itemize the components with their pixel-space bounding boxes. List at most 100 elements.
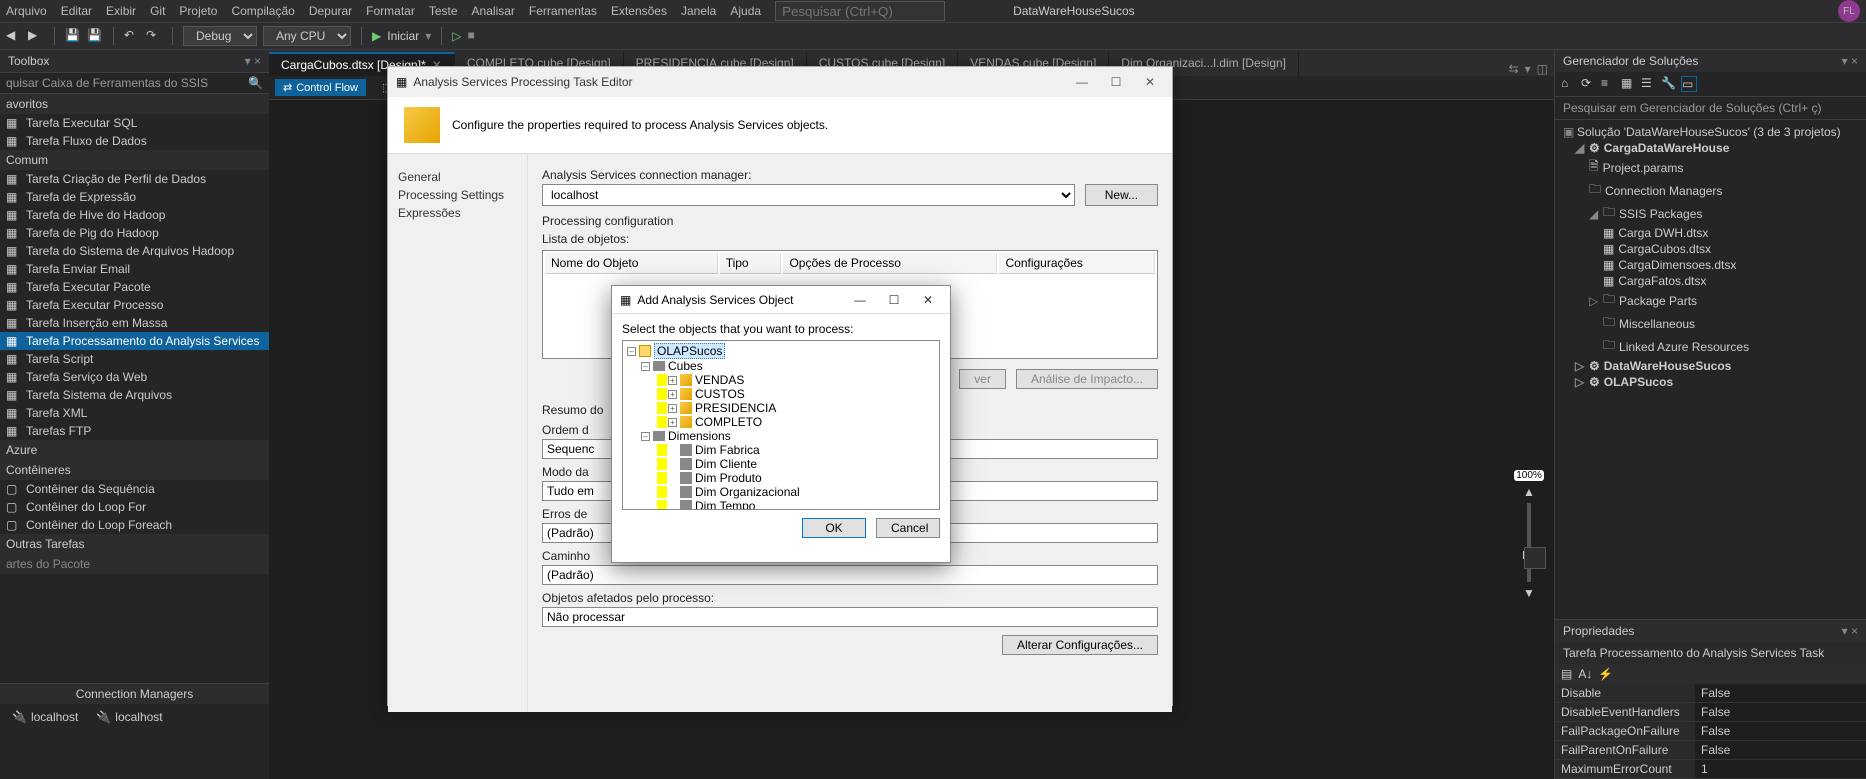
solution-search[interactable]: Pesquisar em Gerenciador de Soluções (Ct…	[1555, 97, 1866, 120]
menu-item[interactable]: Editar	[61, 4, 92, 18]
tab-overflow-icon[interactable]: ⇆	[1509, 62, 1519, 76]
toolbox-group-comum[interactable]: Comum	[0, 150, 269, 170]
stop-icon[interactable]: ■	[468, 28, 484, 44]
tree-item[interactable]: ▦CargaFatos.dtsx	[1559, 273, 1862, 289]
col-process-options[interactable]: Opções de Processo	[783, 253, 997, 274]
tree-folder-cubes[interactable]: –Cubes	[625, 359, 937, 373]
property-row[interactable]: DisableFalse	[1555, 684, 1866, 703]
dialog-nav-item[interactable]: General	[398, 168, 517, 186]
tree-folder-ssis[interactable]: ◢🗀SSIS Packages	[1559, 202, 1862, 225]
panel-options-icon[interactable]: ▾ ×	[245, 54, 261, 68]
minimize-icon[interactable]: —	[1068, 75, 1096, 89]
menu-item[interactable]: Depurar	[309, 4, 352, 18]
menu-item[interactable]: Git	[150, 4, 165, 18]
wrench-icon[interactable]: 🔧	[1661, 76, 1677, 92]
home-icon[interactable]: ⌂	[1561, 76, 1577, 92]
toolbox-item[interactable]: ▦Tarefa Processamento do Analysis Servic…	[0, 332, 269, 350]
toolbox-item[interactable]: ▢Contêiner do Loop For	[0, 498, 269, 516]
dialog-titlebar[interactable]: ▦ Analysis Services Processing Task Edit…	[388, 67, 1172, 97]
tab-control-flow[interactable]: ⇄Control Flow	[275, 79, 366, 96]
toolbox-item[interactable]: ▦Tarefa Serviço da Web	[0, 368, 269, 386]
property-value[interactable]: 1	[1695, 760, 1866, 778]
project-node[interactable]: ▷⚙DataWareHouseSucos	[1559, 358, 1862, 374]
toolbox-item[interactable]: ▢Contêiner do Loop Foreach	[0, 516, 269, 534]
toolbox-item[interactable]: ▦Tarefa do Sistema de Arquivos Hadoop	[0, 242, 269, 260]
tree-root[interactable]: –OLAPSucos	[625, 343, 937, 359]
tree-cube-item[interactable]: +VENDAS	[625, 373, 937, 387]
col-settings[interactable]: Configurações	[999, 253, 1155, 274]
menu-item[interactable]: Arquivo	[6, 4, 47, 18]
tree-item[interactable]: ▷🗀Package Parts	[1559, 289, 1862, 312]
menu-item[interactable]: Extensões	[611, 4, 667, 18]
change-settings-button[interactable]: Alterar Configurações...	[1002, 635, 1158, 655]
new-connection-button[interactable]: New...	[1085, 184, 1158, 206]
toolbox-group-partes[interactable]: artes do Pacote	[0, 554, 269, 574]
tree-dimension-item[interactable]: Dim Produto	[625, 471, 937, 485]
connection-item[interactable]: 🔌localhost	[96, 710, 162, 724]
tree-item[interactable]: ▦Carga DWH.dtsx	[1559, 225, 1862, 241]
global-search-input[interactable]	[775, 1, 945, 21]
back-icon[interactable]: ◀	[6, 28, 22, 44]
tree-item[interactable]: ▦CargaCubos.dtsx	[1559, 241, 1862, 257]
menu-item[interactable]: Analisar	[472, 4, 515, 18]
save-icon[interactable]: 💾	[65, 28, 81, 44]
menu-item[interactable]: Ferramentas	[529, 4, 597, 18]
dialog-nav-item[interactable]: Expressões	[398, 204, 517, 222]
close-icon[interactable]: ✕	[914, 293, 942, 307]
tree-item[interactable]: 🗀Connection Managers	[1559, 179, 1862, 202]
events-icon[interactable]: ⚡	[1598, 667, 1613, 681]
toolbox-item[interactable]: ▦Tarefa XML	[0, 404, 269, 422]
toolbox-item[interactable]: ▦Tarefas FTP	[0, 422, 269, 440]
tree-item[interactable]: 🗀Miscellaneous	[1559, 312, 1862, 335]
add-dialog-titlebar[interactable]: ▦ Add Analysis Services Object — ☐ ✕	[612, 286, 950, 314]
toolbox-search[interactable]: quisar Caixa de Ferramentas do SSIS🔍	[0, 73, 269, 94]
property-row[interactable]: MaximumErrorCount1	[1555, 760, 1866, 779]
zoom-fit-button[interactable]	[1524, 547, 1546, 569]
property-row[interactable]: DisableEventHandlersFalse	[1555, 703, 1866, 722]
col-type[interactable]: Tipo	[720, 253, 782, 274]
alpha-icon[interactable]: A↓	[1578, 667, 1592, 681]
property-value[interactable]: False	[1695, 741, 1866, 759]
connection-item[interactable]: 🔌localhost	[12, 710, 78, 724]
project-node[interactable]: ▷⚙OLAPSucos	[1559, 374, 1862, 390]
start-button[interactable]: Iniciar	[387, 29, 419, 43]
tree-cube-item[interactable]: +COMPLETO	[625, 415, 937, 429]
object-tree[interactable]: –OLAPSucos –Cubes +VENDAS+CUSTOS+PRESIDE…	[622, 340, 940, 510]
redo-icon[interactable]: ↷	[146, 28, 162, 44]
col-object-name[interactable]: Nome do Objeto	[545, 253, 718, 274]
view-icon[interactable]: ▭	[1681, 76, 1697, 92]
window-layout-icon[interactable]: ◫	[1537, 62, 1548, 76]
start-no-debug-icon[interactable]: ▷	[452, 29, 461, 43]
maximize-icon[interactable]: ☐	[880, 293, 908, 307]
tree-cube-item[interactable]: +CUSTOS	[625, 387, 937, 401]
refresh-icon[interactable]: ⟳	[1581, 76, 1597, 92]
tree-dimension-item[interactable]: Dim Cliente	[625, 457, 937, 471]
undo-icon[interactable]: ↶	[124, 28, 140, 44]
menu-item[interactable]: Janela	[681, 4, 716, 18]
toolbox-item[interactable]: ▦Tarefa Script	[0, 350, 269, 368]
tree-item[interactable]: 🗎Project.params	[1559, 156, 1862, 179]
dialog-nav-item[interactable]: Processing Settings	[398, 186, 517, 204]
tree-cube-item[interactable]: +PRESIDENCIA	[625, 401, 937, 415]
forward-icon[interactable]: ▶	[28, 28, 44, 44]
tab-dropdown-icon[interactable]: ▾	[1525, 62, 1531, 76]
toolbox-item[interactable]: ▦Tarefa de Expressão	[0, 188, 269, 206]
show-all-icon[interactable]: ▦	[1621, 76, 1637, 92]
connection-dropdown[interactable]: localhost	[542, 184, 1075, 206]
maximize-icon[interactable]: ☐	[1102, 75, 1130, 89]
toolbox-group-azure[interactable]: Azure	[0, 440, 269, 460]
menu-item[interactable]: Ajuda	[730, 4, 761, 18]
minimize-icon[interactable]: —	[846, 293, 874, 307]
menu-item[interactable]: Compilação	[231, 4, 294, 18]
toolbox-item[interactable]: ▢Contêiner da Sequência	[0, 480, 269, 498]
properties-icon[interactable]: ☰	[1641, 76, 1657, 92]
menu-item[interactable]: Exibir	[106, 4, 136, 18]
property-value[interactable]: False	[1695, 722, 1866, 740]
menu-item[interactable]: Projeto	[179, 4, 217, 18]
tree-item[interactable]: ▦CargaDimensoes.dtsx	[1559, 257, 1862, 273]
toolbox-item[interactable]: ▦Tarefa Executar SQL	[0, 114, 269, 132]
toolbox-item[interactable]: ▦Tarefa Fluxo de Dados	[0, 132, 269, 150]
property-value[interactable]: False	[1695, 703, 1866, 721]
toolbox-item[interactable]: ▦Tarefa Executar Processo	[0, 296, 269, 314]
toolbox-group-conteiners[interactable]: Contêineres	[0, 460, 269, 480]
